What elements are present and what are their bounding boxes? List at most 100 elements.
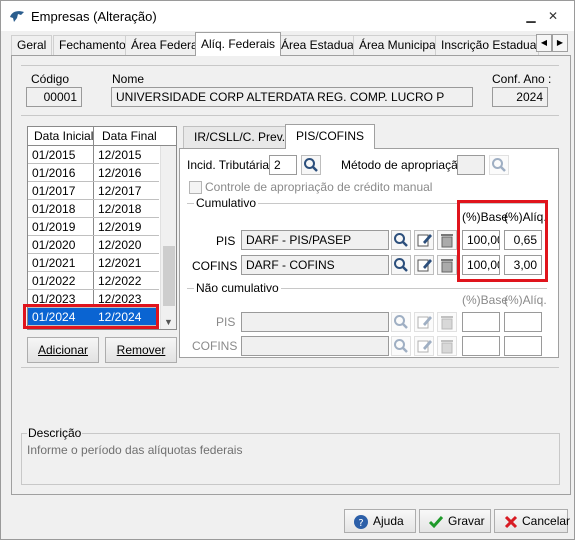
- incid-search-button[interactable]: [301, 155, 321, 175]
- period-list[interactable]: Data Inicial Data Final 01/2015 12/2015 0…: [27, 126, 177, 330]
- row-end: 12/2017: [98, 184, 142, 198]
- list-item[interactable]: 01/2015 12/2015: [28, 146, 159, 164]
- header-group-divider: [21, 115, 559, 116]
- cum-cofins-delete-button[interactable]: [437, 255, 457, 275]
- tab-aliq-federais[interactable]: Alíq. Federais: [195, 32, 282, 56]
- metodo-search-button[interactable]: [489, 155, 509, 175]
- search-icon: [394, 258, 408, 272]
- nc-aliq-header: (%)Alíq.: [504, 293, 547, 307]
- tab-pis-cofins[interactable]: PIS/COFINS: [285, 124, 376, 149]
- list-scrollbar[interactable]: ▼: [160, 146, 176, 329]
- trash-icon: [441, 316, 453, 330]
- nome-label: Nome: [112, 72, 145, 86]
- row-start: 01/2019: [32, 220, 76, 234]
- cancel-button[interactable]: Cancelar: [494, 509, 570, 533]
- row-end: 12/2019: [98, 220, 142, 234]
- edit-icon: [417, 316, 432, 329]
- cum-cofins-darf-field[interactable]: DARF - COFINS: [241, 255, 389, 275]
- nc-pis-darf-field[interactable]: [241, 312, 389, 332]
- nc-pis-base-field[interactable]: [462, 312, 500, 332]
- tab-scroll-left-icon[interactable]: ◀: [536, 34, 552, 52]
- nc-cofins-base-field[interactable]: [462, 336, 500, 356]
- row-end: 12/2021: [98, 256, 142, 270]
- incid-field[interactable]: 2: [269, 155, 297, 175]
- nc-pis-aliq-field[interactable]: [504, 312, 542, 332]
- tab-scroll-right-icon[interactable]: ▶: [552, 34, 568, 52]
- list-item[interactable]: 01/2018 12/2018: [28, 200, 159, 218]
- nc-pis-search-button[interactable]: [391, 312, 411, 332]
- list-item[interactable]: 01/2022 12/2022: [28, 272, 159, 290]
- tab-geral[interactable]: Geral: [11, 35, 53, 55]
- list-group-bottom-border: [21, 367, 559, 368]
- codigo-field[interactable]: 00001: [26, 87, 82, 107]
- list-item[interactable]: 01/2016 12/2016: [28, 164, 159, 182]
- row-start: 01/2020: [32, 238, 76, 252]
- tab-inscricao-estadual[interactable]: Inscrição Estadual S: [435, 35, 539, 55]
- metodo-label: Método de apropriação:: [341, 158, 468, 172]
- cancel-icon: [504, 515, 518, 529]
- minimize-button[interactable]: ▁: [520, 7, 542, 25]
- highlight-cumulativo-rates: [457, 200, 548, 282]
- row-end: 12/2015: [98, 148, 142, 162]
- cum-pis-edit-button[interactable]: [414, 230, 434, 250]
- adicionar-button[interactable]: Adicionar: [27, 337, 99, 363]
- tab-fechamento[interactable]: Fechamento: [53, 35, 132, 55]
- edit-icon: [417, 340, 432, 353]
- help-button[interactable]: ? Ajuda: [344, 509, 416, 533]
- conf-ano-field[interactable]: 2024: [492, 87, 548, 107]
- nc-cofins-delete-button[interactable]: [437, 336, 457, 356]
- cum-pis-darf-field[interactable]: DARF - PIS/PASEP: [241, 230, 389, 250]
- row-start: 01/2018: [32, 202, 76, 216]
- list-item[interactable]: 01/2021 12/2021: [28, 254, 159, 272]
- close-button[interactable]: ✕: [542, 7, 564, 25]
- nc-cofins-aliq-field[interactable]: [504, 336, 542, 356]
- nc-base-header: (%)Base: [462, 293, 509, 307]
- nc-cofins-darf-field[interactable]: [241, 336, 389, 356]
- row-start: 01/2016: [32, 166, 76, 180]
- list-item[interactable]: 01/2019 12/2019: [28, 218, 159, 236]
- search-icon: [394, 315, 408, 329]
- cum-pis-search-button[interactable]: [391, 230, 411, 250]
- nao-cumulativo-title: Não cumulativo: [194, 281, 281, 295]
- app-icon: [10, 11, 24, 22]
- header-group-border: [21, 65, 559, 66]
- window-title: Empresas (Alteração): [31, 9, 157, 24]
- nome-field[interactable]: UNIVERSIDADE CORP ALTERDATA REG. COMP. L…: [111, 87, 473, 107]
- tab-area-estadual[interactable]: Área Estadual: [275, 35, 363, 55]
- help-label: Ajuda: [373, 514, 404, 528]
- dialog-window: Empresas (Alteração) ▁ ✕ Geral Fechament…: [0, 0, 575, 540]
- descricao-group: [21, 433, 560, 485]
- scroll-down-icon[interactable]: ▼: [164, 317, 173, 327]
- highlight-selected-period: [23, 304, 159, 329]
- nc-cofins-edit-button[interactable]: [414, 336, 434, 356]
- codigo-label: Código: [31, 72, 70, 86]
- list-item[interactable]: 01/2020 12/2020: [28, 236, 159, 254]
- svg-text:?: ?: [358, 518, 363, 529]
- adicionar-label: Adicionar: [37, 343, 89, 357]
- nc-pis-edit-button[interactable]: [414, 312, 434, 332]
- col-data-final[interactable]: Data Final: [102, 129, 157, 143]
- col-data-inicial[interactable]: Data Inicial: [34, 129, 93, 143]
- save-button[interactable]: Gravar: [419, 509, 491, 533]
- search-icon: [394, 339, 408, 353]
- cum-cofins-search-button[interactable]: [391, 255, 411, 275]
- cum-cofins-label: COFINS: [192, 259, 238, 273]
- cum-cofins-edit-button[interactable]: [414, 255, 434, 275]
- scrollbar-thumb[interactable]: [163, 246, 175, 306]
- cum-pis-delete-button[interactable]: [437, 230, 457, 250]
- row-end: 12/2018: [98, 202, 142, 216]
- remover-button[interactable]: Remover: [105, 337, 177, 363]
- trash-icon: [441, 234, 453, 248]
- metodo-field[interactable]: [457, 155, 485, 175]
- controle-checkbox[interactable]: [189, 181, 202, 194]
- row-start: 01/2021: [32, 256, 76, 270]
- tab-ir-csll[interactable]: IR/CSLL/C. Prev.: [183, 126, 297, 148]
- list-item[interactable]: 01/2017 12/2017: [28, 182, 159, 200]
- row-end: 12/2022: [98, 274, 142, 288]
- tab-scroll: ◀ ▶: [536, 34, 569, 52]
- nc-cofins-label: COFINS: [192, 339, 238, 353]
- tab-area-municipal[interactable]: Área Municipal: [353, 35, 445, 55]
- nc-cofins-search-button[interactable]: [391, 336, 411, 356]
- main-tabs: Geral Fechamento Área Federal Alíq. Fede…: [11, 32, 571, 56]
- nc-pis-delete-button[interactable]: [437, 312, 457, 332]
